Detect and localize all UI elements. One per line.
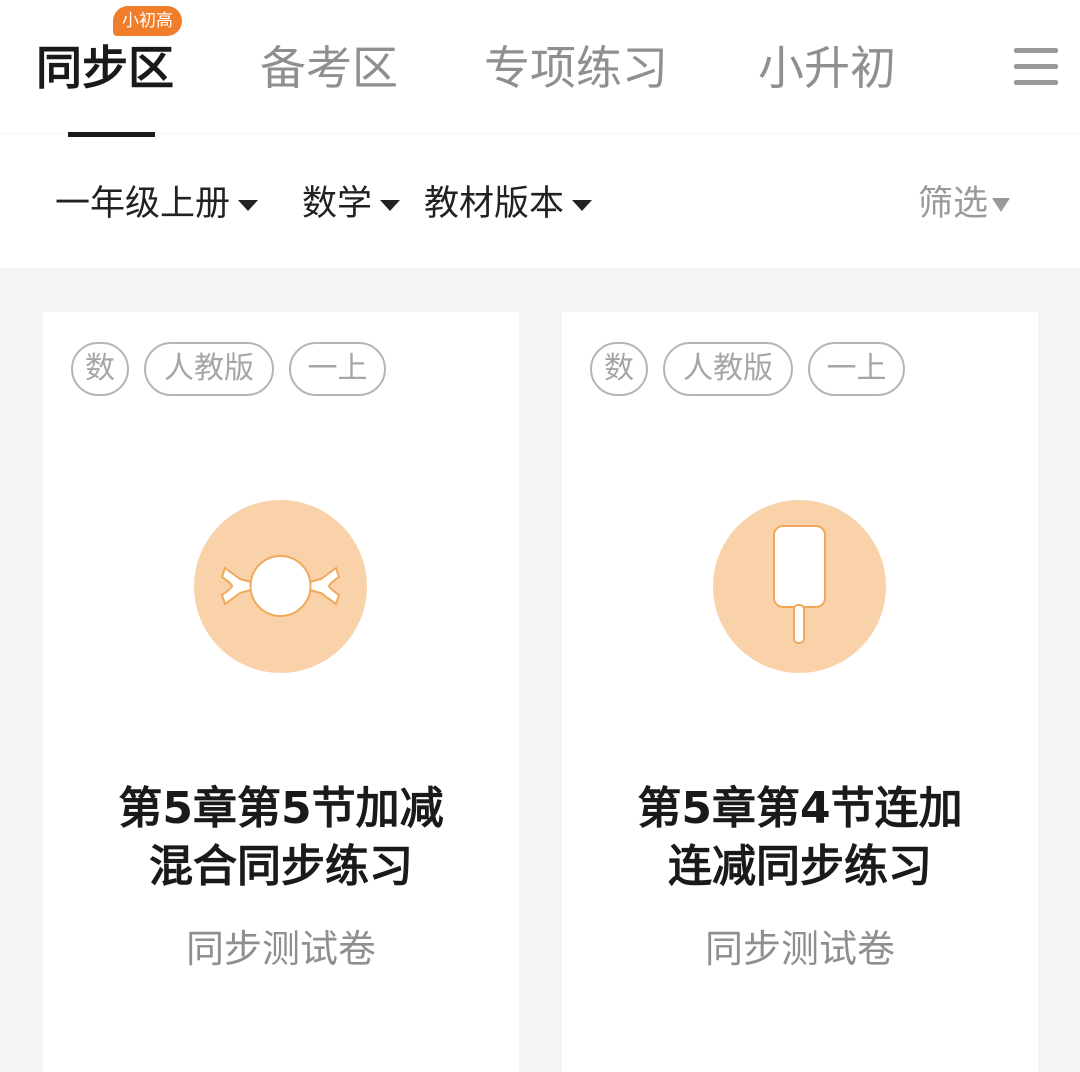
exercise-card[interactable]: 数 人教版 一上 第5章第5节加减 混合同步练习 同步测试卷	[43, 312, 519, 1072]
grade-tag: 一上	[808, 342, 905, 396]
exercise-card[interactable]: 数 人教版 一上 第5章第4节连加 连减同步练习 同步测试卷	[562, 312, 1038, 1072]
caret-down-icon	[380, 199, 401, 211]
grade-label: 一年级上册	[55, 184, 231, 224]
subject-tag: 数	[71, 342, 129, 396]
tab-primary-to-middle[interactable]: 小升初	[758, 36, 896, 100]
edition-tag: 人教版	[663, 342, 793, 396]
card-title-line: 连减同步练习	[668, 841, 932, 892]
grade-tag: 一上	[289, 342, 386, 396]
subject-label: 数学	[302, 184, 373, 224]
grade-dropdown[interactable]: 一年级上册	[55, 182, 259, 226]
caret-down-icon	[238, 199, 259, 211]
filter-bar: 一年级上册 数学 教材版本 筛选	[0, 132, 1080, 268]
card-title-line: 第5章第4节连加	[637, 783, 963, 834]
tab-sync-area[interactable]: 同步区	[36, 36, 174, 100]
popsicle-icon	[713, 500, 886, 673]
caret-down-icon	[572, 199, 593, 211]
hamburger-menu-icon[interactable]	[1014, 44, 1058, 88]
menu-line	[1014, 64, 1058, 69]
card-title-line: 第5章第5节加减	[118, 783, 444, 834]
card-subtitle: 同步测试卷	[704, 927, 895, 971]
menu-line	[1014, 80, 1058, 85]
menu-line	[1014, 48, 1058, 53]
filter-label: 筛选	[918, 184, 989, 224]
version-label: 教材版本	[424, 184, 565, 224]
filter-button[interactable]: 筛选	[918, 182, 1011, 226]
card-title-line: 混合同步练习	[149, 841, 413, 892]
subject-dropdown[interactable]: 数学	[302, 182, 401, 226]
candy-icon	[194, 500, 367, 673]
top-nav: 同步区 小初高 备考区 专项练习 小升初	[0, 0, 1080, 132]
subject-tag: 数	[590, 342, 648, 396]
new-badge: 小初高	[113, 6, 182, 36]
card-subtitle: 同步测试卷	[185, 927, 376, 971]
active-tab-indicator	[68, 132, 155, 137]
card-title: 第5章第4节连加 连减同步练习	[582, 780, 1018, 896]
edition-tag: 人教版	[144, 342, 274, 396]
tab-special-practice[interactable]: 专项练习	[484, 36, 668, 100]
funnel-icon	[992, 198, 1011, 212]
version-dropdown[interactable]: 教材版本	[424, 182, 593, 226]
tab-exam-prep[interactable]: 备考区	[260, 36, 398, 100]
card-title: 第5章第5节加减 混合同步练习	[63, 780, 499, 896]
